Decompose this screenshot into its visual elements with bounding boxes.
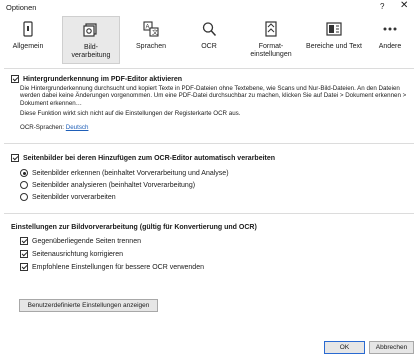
options-toolbar: Allgemein Bild- verarbeitung A 文 Sprache… [0,14,418,66]
split-pages-checkbox[interactable] [20,237,28,245]
checkbox-label: Seitenausrichtung korrigieren [32,250,124,258]
areas-icon [326,22,342,36]
radio-analyze[interactable] [20,181,28,189]
image-processing-icon [83,23,97,37]
radio-preprocess[interactable] [20,193,28,201]
divider [4,143,414,144]
bg-recognition-description: Die Hintergrunderkennung durchsucht und … [20,85,407,107]
radio-preprocess-row[interactable]: Seitenbilder vorverarbeiten [20,193,116,201]
split-pages-row[interactable]: Gegenüberliegende Seiten trennen [20,237,141,245]
window-title: Optionen [6,3,37,12]
checkbox-label: Empfohlene Einstellungen für bessere OCR… [32,263,204,271]
checkbox-label: Gegenüberliegende Seiten trennen [32,237,141,245]
svg-text:A: A [146,25,150,31]
ocr-language-label: OCR-Sprachen: [20,124,65,131]
ocr-language-row: OCR-Sprachen: Deutsch [20,124,412,131]
ok-button[interactable]: OK [324,341,365,354]
divider [4,213,414,214]
tab-formateinstellungen[interactable]: Format- einstellungen [241,16,301,64]
phone-icon [23,21,33,37]
help-button[interactable]: ? [380,2,384,11]
tab-label: Andere [378,43,402,50]
divider [4,68,414,69]
more-icon [383,27,397,31]
svg-text:文: 文 [152,29,158,37]
magnifier-icon [202,22,217,37]
tab-bereiche-und-text[interactable]: Bereiche und Text [303,16,365,64]
tab-label: Allgemein [12,43,44,50]
tab-allgemein[interactable]: Allgemein [4,16,52,64]
radio-label: Seitenbilder analysieren (beinhaltet Vor… [32,181,196,189]
radio-analyze-row[interactable]: Seitenbilder analysieren (beinhaltet Vor… [20,181,195,189]
tab-label: Bild- verarbeitung [71,44,111,59]
custom-settings-button[interactable]: Benutzerdefinierte Einstellungen anzeige… [19,299,158,312]
preprocessing-heading: Einstellungen zur Bildvorverarbeitung (g… [11,224,257,231]
radio-recognize[interactable] [20,169,28,177]
tab-label: Format- einstellungen [250,43,292,58]
radio-recognize-row[interactable]: Seitenbilder erkennen (beinhaltet Vorver… [20,169,229,177]
tab-label: Bereiche und Text [306,43,362,50]
tab-ocr[interactable]: OCR [186,16,232,64]
correct-orientation-checkbox[interactable] [20,250,28,258]
recommended-settings-row[interactable]: Empfohlene Einstellungen für bessere OCR… [20,263,204,271]
page-processing-checkbox-row[interactable]: Seitenbilder bei deren Hinzufügen zum OC… [11,154,275,162]
tab-sprachen[interactable]: A 文 Sprachen [126,16,176,64]
bg-recognition-note: Diese Funktion wirkt sich nicht auf die … [20,110,241,117]
recommended-settings-checkbox[interactable] [20,263,28,271]
tab-label: OCR [201,43,217,50]
language-icon: A 文 [143,21,159,37]
bg-recognition-checkbox[interactable] [11,75,19,83]
close-button[interactable]: ✕ [400,1,408,11]
tab-bildverarbeitung[interactable]: Bild- verarbeitung [62,16,120,64]
tab-andere[interactable]: Andere [368,16,412,64]
radio-label: Seitenbilder vorverarbeiten [32,193,116,201]
format-icon [265,21,277,37]
bg-recognition-label: Hintergrunderkennung im PDF-Editor aktiv… [23,75,183,83]
radio-label: Seitenbilder erkennen (beinhaltet Vorver… [32,169,229,177]
tab-label: Sprachen [136,43,166,50]
page-processing-checkbox[interactable] [11,154,19,162]
page-processing-label: Seitenbilder bei deren Hinzufügen zum OC… [23,154,276,162]
ocr-language-link[interactable]: Deutsch [66,124,89,131]
correct-orientation-row[interactable]: Seitenausrichtung korrigieren [20,250,123,258]
bg-recognition-checkbox-row[interactable]: Hintergrunderkennung im PDF-Editor aktiv… [11,75,182,83]
title-bar: Optionen ? ✕ [0,0,418,14]
cancel-button[interactable]: Abbrechen [369,341,414,354]
